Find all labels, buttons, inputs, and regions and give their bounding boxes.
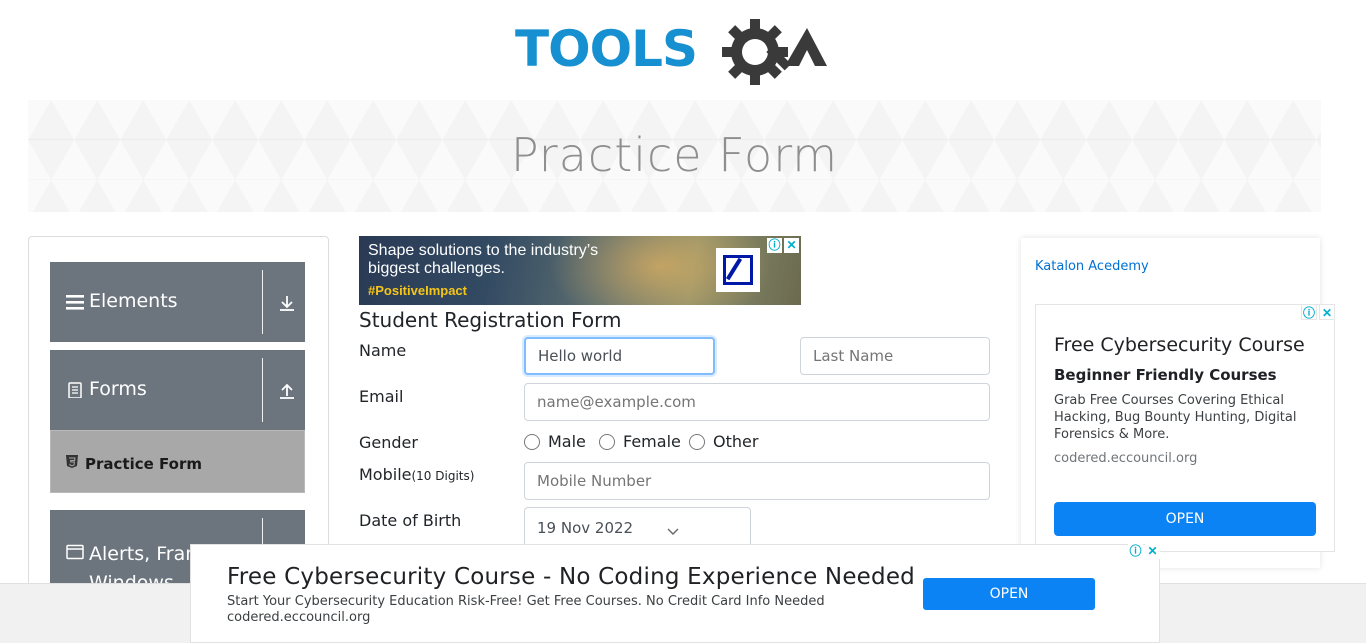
last-name-input[interactable] bbox=[800, 337, 990, 375]
gear-icon bbox=[722, 19, 792, 85]
ad-controls: ⓘ ✕ bbox=[1128, 544, 1160, 559]
ad-close-icon[interactable]: ✕ bbox=[1319, 304, 1335, 320]
name-label: Name bbox=[359, 341, 407, 360]
radio-circle[interactable] bbox=[599, 433, 615, 450]
toolsqa-logo[interactable]: TOOLS bbox=[515, 14, 837, 92]
gender-radio-female[interactable]: Female bbox=[599, 432, 681, 451]
sidebar-group-label: Elements bbox=[89, 290, 178, 312]
sidebar-group-elements[interactable]: Elements bbox=[50, 262, 305, 342]
email-input[interactable] bbox=[524, 383, 990, 421]
chevron-down-icon bbox=[667, 528, 679, 535]
ad-headline: Shape solutions to the industry’s bigges… bbox=[368, 242, 648, 278]
sidebar-item-label: Practice Form bbox=[85, 455, 202, 473]
page-title: Practice Form bbox=[510, 128, 839, 182]
mobile-hint: (10 Digits) bbox=[411, 469, 475, 483]
radio-label: Other bbox=[713, 432, 759, 451]
ad-open-button[interactable]: OPEN bbox=[1054, 502, 1316, 536]
top-banner-ad[interactable]: Shape solutions to the industry’s bigges… bbox=[359, 236, 801, 305]
ad-info-icon[interactable]: ⓘ bbox=[1128, 544, 1143, 559]
logo-tools-text: TOOLS bbox=[515, 20, 697, 78]
ad-controls: ⓘ ✕ bbox=[1301, 304, 1335, 320]
first-name-input[interactable] bbox=[524, 337, 715, 375]
sidebar-group-label: Forms bbox=[89, 378, 147, 400]
ad-domain: codered.eccouncil.org bbox=[227, 610, 371, 625]
ad-headline-line-1: Shape solutions to the industry’s bbox=[368, 242, 599, 259]
ad-close-icon[interactable]: ✕ bbox=[1145, 544, 1160, 559]
sidebar-group-forms[interactable]: Forms bbox=[50, 350, 305, 430]
logo-a-letter bbox=[785, 28, 827, 66]
ad-title: Free Cybersecurity Course bbox=[1054, 334, 1305, 356]
html5-icon bbox=[66, 455, 78, 468]
ad-description: Start Your Cybersecurity Education Risk-… bbox=[227, 594, 825, 609]
ad-domain: codered.eccouncil.org bbox=[1054, 451, 1198, 466]
email-label: Email bbox=[359, 387, 404, 406]
date-of-birth-value: 19 Nov 2022 bbox=[537, 519, 634, 537]
ad-subtitle: Beginner Friendly Courses bbox=[1054, 366, 1277, 384]
gender-radio-other[interactable]: Other bbox=[689, 432, 758, 451]
radio-circle[interactable] bbox=[689, 433, 705, 450]
gender-label: Gender bbox=[359, 433, 418, 452]
divider bbox=[262, 358, 263, 422]
radio-label: Male bbox=[548, 432, 586, 451]
mobile-label-text: Mobile bbox=[359, 465, 412, 484]
gender-radio-male[interactable]: Male bbox=[524, 432, 586, 451]
mobile-label: Mobile(10 Digits) bbox=[359, 465, 474, 484]
sponsor-link[interactable]: Katalon Acedemy bbox=[1035, 259, 1149, 274]
ad-title: Free Cybersecurity Course - No Coding Ex… bbox=[227, 564, 915, 590]
window-icon bbox=[66, 544, 84, 560]
mobile-input[interactable] bbox=[524, 462, 990, 500]
bottom-sticky-ad[interactable]: Free Cybersecurity Course - No Coding Ex… bbox=[190, 544, 1160, 643]
dob-label: Date of Birth bbox=[359, 511, 462, 530]
radio-circle[interactable] bbox=[524, 433, 540, 450]
ad-info-icon[interactable]: ⓘ bbox=[767, 238, 782, 253]
logo-graphic: TOOLS bbox=[515, 19, 827, 85]
radio-label: Female bbox=[623, 432, 681, 451]
ad-open-button[interactable]: OPEN bbox=[923, 578, 1095, 610]
download-arrow-icon bbox=[280, 296, 294, 311]
ad-info-icon[interactable]: ⓘ bbox=[1301, 304, 1317, 320]
ad-close-icon[interactable]: ✕ bbox=[784, 238, 799, 253]
right-ad-card[interactable]: Free Cybersecurity Course Beginner Frien… bbox=[1035, 304, 1335, 552]
page-banner: Practice Form bbox=[28, 100, 1321, 212]
ad-description: Grab Free Courses Covering Ethical Hacki… bbox=[1054, 393, 1297, 442]
deutsche-bank-logo bbox=[716, 248, 760, 292]
form-title: Student Registration Form bbox=[359, 308, 622, 332]
hamburger-icon bbox=[66, 295, 84, 310]
divider bbox=[262, 270, 263, 334]
ad-controls: ⓘ ✕ bbox=[767, 238, 799, 253]
upload-arrow-icon bbox=[280, 383, 294, 399]
sidebar-item-practice-form[interactable]: Practice Form bbox=[50, 430, 305, 493]
ad-hashtag: #PositiveImpact bbox=[368, 283, 467, 298]
ad-headline-line-2: biggest challenges. bbox=[368, 260, 505, 277]
form-doc-icon bbox=[68, 382, 82, 398]
sidebar: Elements Forms Practice Form Alerts, Fra… bbox=[28, 236, 329, 596]
date-of-birth-input[interactable]: 19 Nov 2022 bbox=[524, 507, 751, 547]
